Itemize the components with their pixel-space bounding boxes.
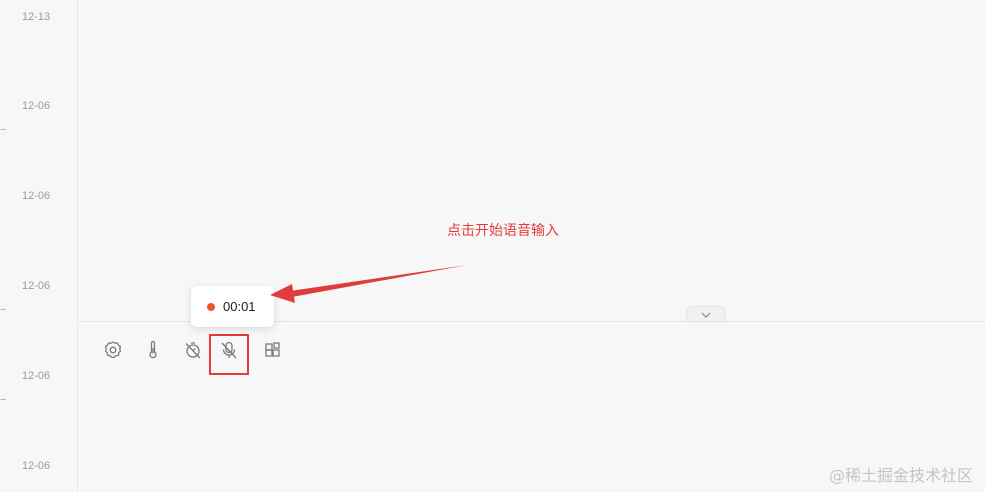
conversation-sidebar: 12-13 12-06 ... 12-06 12-06 ... 12-06 ..… <box>0 0 78 492</box>
conversation-overflow: ... <box>0 392 6 403</box>
recording-indicator: 00:01 <box>191 286 274 327</box>
thermometer-icon <box>143 340 163 365</box>
conversation-date[interactable]: 12-13 <box>22 11 50 23</box>
conversation-overflow: ... <box>0 302 6 313</box>
widgets-icon <box>263 340 283 365</box>
timer-off-icon <box>183 340 203 365</box>
app-window: 12-13 12-06 ... 12-06 12-06 ... 12-06 ..… <box>0 0 985 492</box>
voice-input-button[interactable] <box>218 341 240 363</box>
annotation-label: 点击开始语音输入 <box>447 223 559 239</box>
chat-message-area <box>79 0 985 321</box>
temperature-button[interactable] <box>142 340 164 365</box>
settings-icon <box>103 340 123 365</box>
plugins-button[interactable] <box>262 341 284 363</box>
conversation-date[interactable]: 12-06 <box>22 370 50 382</box>
collapse-button[interactable] <box>686 306 726 321</box>
recording-dot-icon <box>207 302 215 311</box>
conversation-date[interactable]: 12-06 <box>22 460 50 472</box>
conversation-date[interactable]: 12-06 <box>22 190 50 202</box>
mic-off-icon <box>219 340 239 365</box>
recording-timer: 00:01 <box>223 299 256 314</box>
watermark: @稀土掘金技术社区 <box>828 466 973 485</box>
timer-button[interactable] <box>182 341 204 363</box>
settings-button[interactable] <box>102 340 124 365</box>
conversation-date[interactable]: 12-06 <box>22 100 50 112</box>
conversation-overflow: ... <box>0 122 6 133</box>
conversation-date[interactable]: 12-06 <box>22 280 50 292</box>
